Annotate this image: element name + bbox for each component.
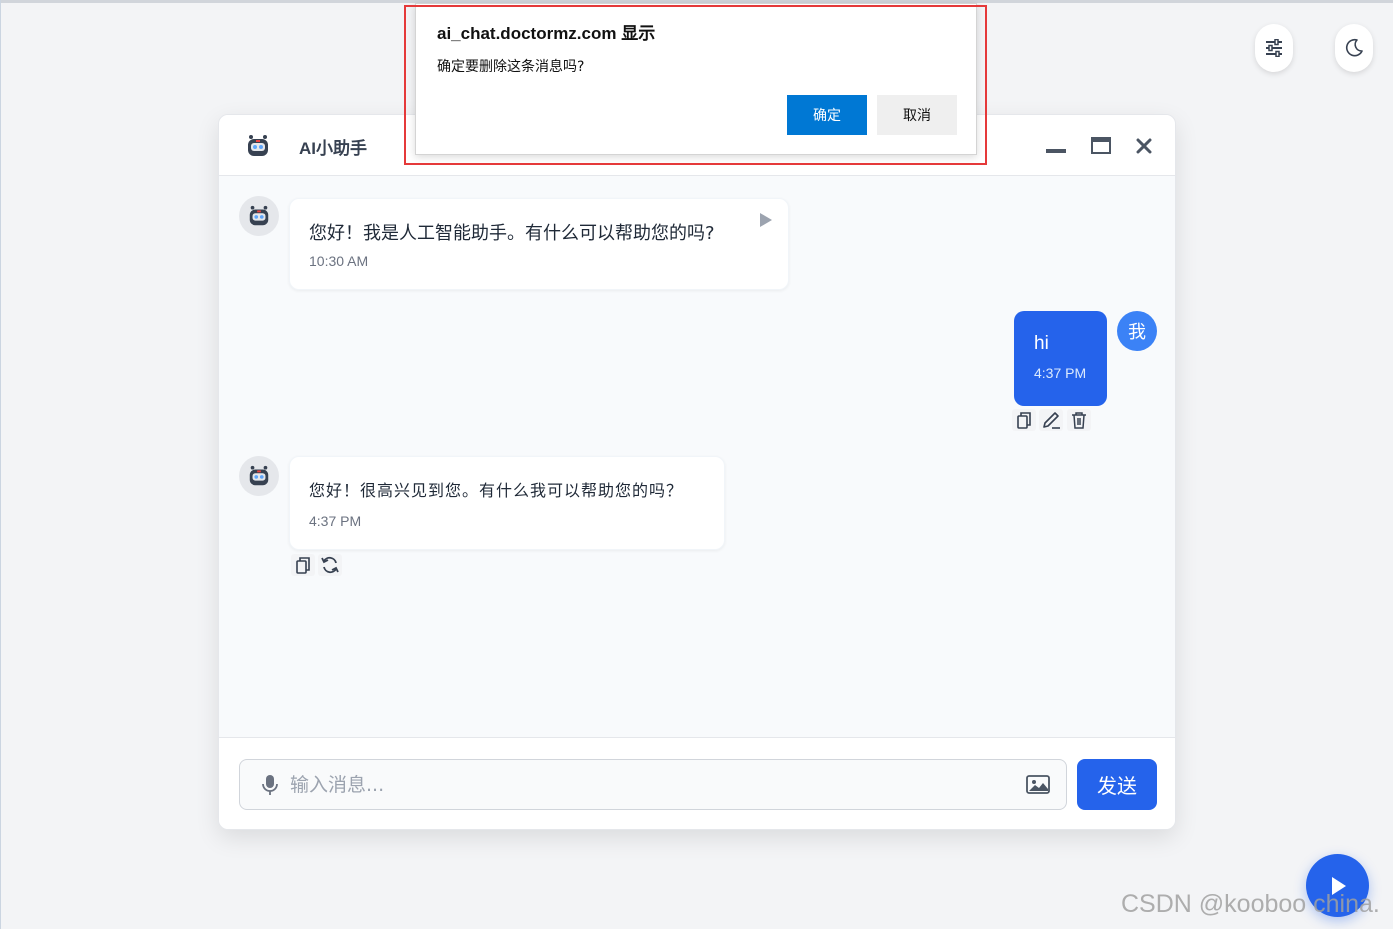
- user-message-bubble: hi 4:37 PM: [1014, 311, 1107, 406]
- message-time: 4:37 PM: [309, 513, 362, 529]
- robot-icon: [249, 465, 269, 486]
- microphone-icon[interactable]: [260, 774, 280, 796]
- settings-button[interactable]: [1255, 24, 1293, 72]
- message-text: 您好！很高兴见到您。有什么我可以帮助您的吗？: [309, 481, 684, 500]
- copy-icon: [296, 557, 310, 574]
- settings-sliders-icon: [1266, 39, 1282, 57]
- close-icon: [1136, 138, 1152, 154]
- assistant-avatar: [239, 196, 279, 236]
- image-icon[interactable]: [1026, 774, 1050, 796]
- maximize-button[interactable]: [1089, 135, 1113, 157]
- highlight-outline: [404, 5, 987, 165]
- close-button[interactable]: [1132, 135, 1156, 157]
- robot-icon: [249, 205, 269, 226]
- copy-button[interactable]: [291, 554, 315, 576]
- watermark: CSDN @kooboo china.: [1121, 890, 1380, 918]
- trash-icon: [1072, 412, 1086, 429]
- play-icon: [760, 213, 772, 227]
- minimize-icon: [1046, 149, 1066, 153]
- message-input-box: [239, 759, 1067, 810]
- regenerate-icon: [321, 556, 339, 574]
- assistant-message-bubble: [289, 456, 725, 550]
- message-time: 4:37 PM: [1034, 365, 1087, 381]
- edit-button[interactable]: [1039, 409, 1063, 431]
- moon-icon: [1346, 38, 1363, 57]
- theme-toggle-button[interactable]: [1335, 24, 1373, 72]
- regenerate-button[interactable]: [318, 554, 342, 576]
- play-audio-button[interactable]: [752, 207, 778, 233]
- robot-icon: [248, 135, 268, 156]
- minimize-button[interactable]: [1044, 135, 1068, 157]
- chat-window: AI小助手 您好！我是人工智能助手。有什么可以帮助您的吗? 10:30 AM h…: [218, 114, 1176, 830]
- edit-icon: [1043, 412, 1060, 429]
- chat-title: AI小助手: [299, 139, 367, 158]
- message-text: hi: [1034, 333, 1049, 354]
- copy-icon: [1017, 412, 1031, 429]
- assistant-avatar: [239, 456, 279, 496]
- copy-button[interactable]: [1012, 409, 1036, 431]
- send-button[interactable]: 发送: [1077, 759, 1157, 810]
- maximize-icon: [1091, 137, 1111, 154]
- delete-button[interactable]: [1067, 409, 1091, 431]
- message-time: 10:30 AM: [309, 253, 369, 269]
- page-left-border: [0, 0, 1, 929]
- input-area: 发送: [219, 737, 1175, 829]
- user-avatar: 我: [1117, 311, 1157, 351]
- message-input[interactable]: [290, 770, 1010, 800]
- message-text: 您好！我是人工智能助手。有什么可以帮助您的吗?: [309, 223, 715, 244]
